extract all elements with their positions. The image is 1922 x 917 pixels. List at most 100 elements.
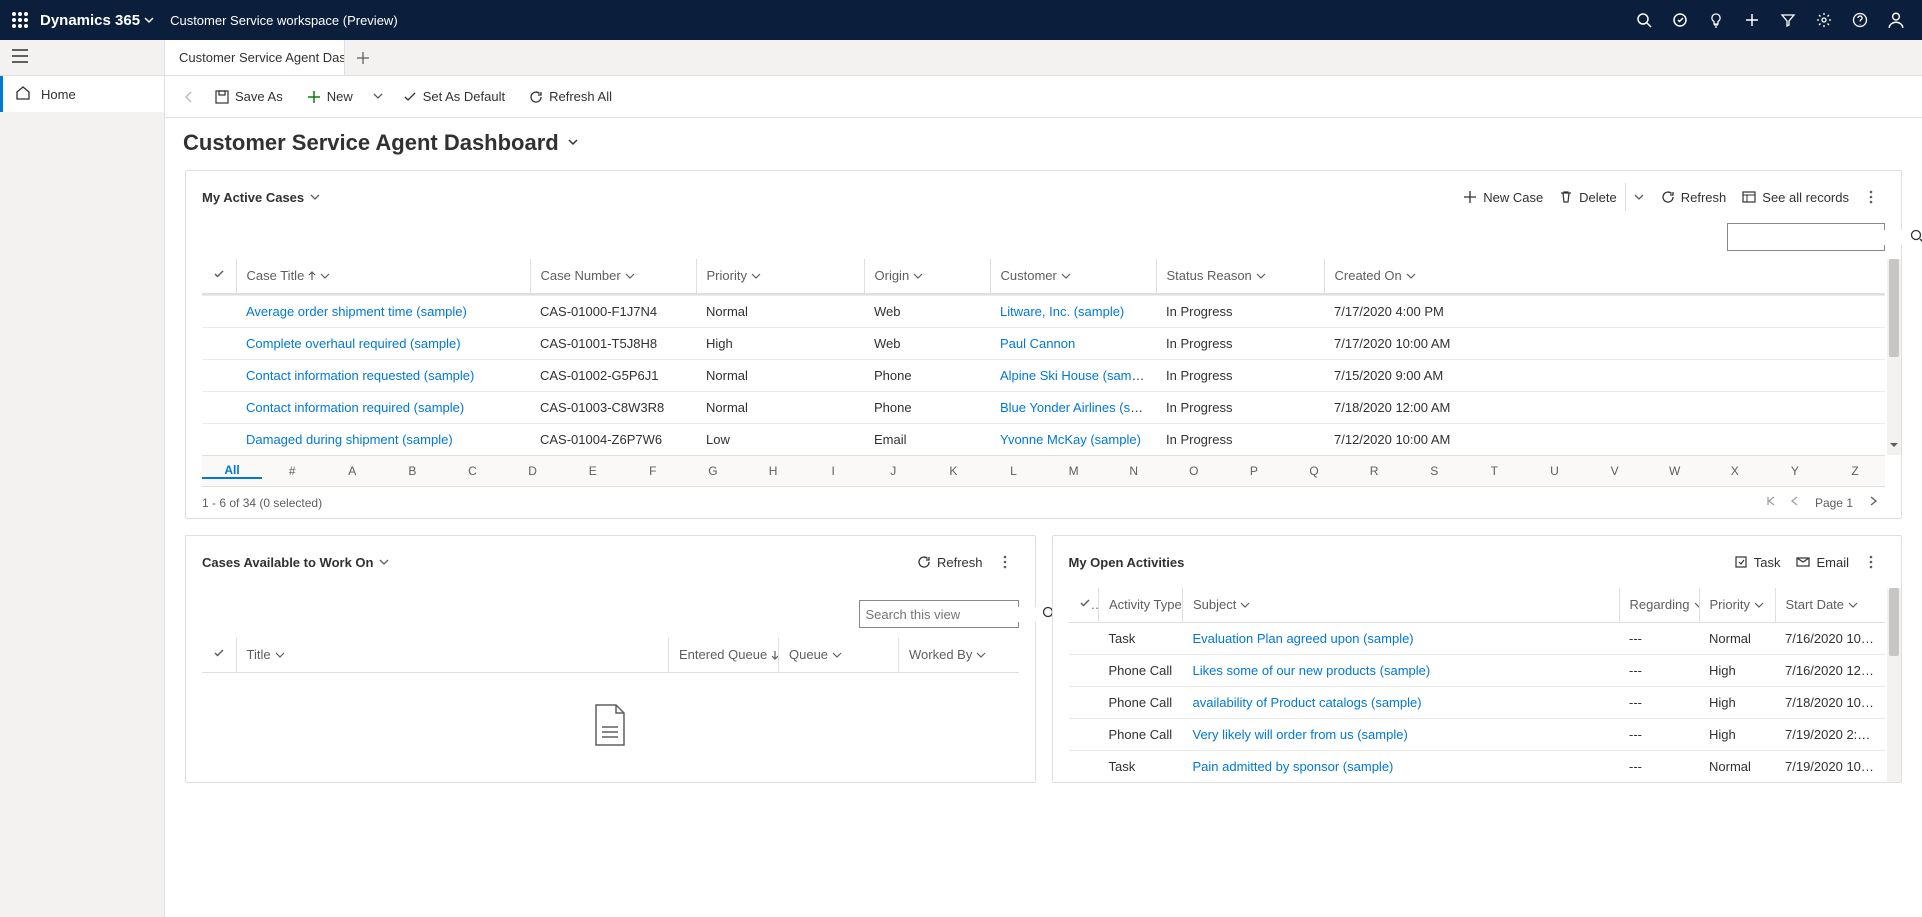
task-button[interactable]: Task	[1726, 546, 1789, 578]
new-button[interactable]: New	[297, 81, 363, 113]
search-icon[interactable]	[1626, 0, 1662, 40]
task-timer-icon[interactable]	[1662, 0, 1698, 40]
col-entered[interactable]: Entered Queue	[679, 647, 768, 662]
cases-search[interactable]	[1727, 223, 1885, 251]
activities-more-icon[interactable]	[1857, 546, 1885, 578]
col-priority[interactable]: Priority	[707, 268, 854, 283]
case-title-link[interactable]: Complete overhaul required (sample)	[246, 336, 461, 351]
col-act-priority[interactable]: Priority	[1710, 597, 1765, 612]
delete-button[interactable]: Delete	[1551, 181, 1625, 213]
table-row[interactable]: Contact information requested (sample) C…	[202, 359, 1885, 391]
new-chevron[interactable]	[367, 89, 389, 104]
customer-link[interactable]: Blue Yonder Airlines (sample)	[1000, 400, 1156, 415]
help-icon[interactable]	[1842, 0, 1878, 40]
alpha-Y[interactable]: Y	[1765, 464, 1825, 478]
pager-prev[interactable]	[1783, 495, 1807, 510]
case-title-link[interactable]: Average order shipment time (sample)	[246, 304, 467, 319]
alpha-Q[interactable]: Q	[1284, 464, 1344, 478]
alpha-K[interactable]: K	[923, 464, 983, 478]
new-case-button[interactable]: New Case	[1455, 181, 1551, 213]
settings-gear-icon[interactable]	[1806, 0, 1842, 40]
alpha-V[interactable]: V	[1585, 464, 1645, 478]
alpha-N[interactable]: N	[1104, 464, 1164, 478]
table-row[interactable]: Phone Call Likes some of our new product…	[1069, 654, 1886, 686]
table-row[interactable]: Phone Call Very likely will order from u…	[1069, 718, 1886, 750]
refresh-button[interactable]: Refresh	[1653, 181, 1735, 213]
cases-more-icon[interactable]	[1857, 181, 1885, 213]
lightbulb-icon[interactable]	[1698, 0, 1734, 40]
alpha-L[interactable]: L	[983, 464, 1043, 478]
col-workedby[interactable]: Worked By	[909, 647, 1009, 662]
delete-chevron[interactable]	[1625, 183, 1653, 211]
alpha-F[interactable]: F	[623, 464, 683, 478]
alpha-W[interactable]: W	[1645, 464, 1705, 478]
table-row[interactable]: Task Pain admitted by sponsor (sample) -…	[1069, 750, 1886, 782]
select-all[interactable]	[202, 638, 236, 672]
alpha-H[interactable]: H	[743, 464, 803, 478]
select-all[interactable]	[1069, 588, 1099, 622]
col-status[interactable]: Status Reason	[1167, 268, 1314, 283]
col-start-date[interactable]: Start Date	[1786, 597, 1876, 612]
cases-view-selector[interactable]: My Active Cases	[202, 190, 320, 205]
search-icon[interactable]	[1910, 229, 1922, 246]
col-subject[interactable]: Subject	[1193, 597, 1609, 612]
email-button[interactable]: Email	[1788, 546, 1857, 578]
alpha-T[interactable]: T	[1464, 464, 1524, 478]
save-as-button[interactable]: Save As	[205, 81, 293, 113]
col-queue[interactable]: Queue	[789, 647, 888, 662]
brand-chevron-icon[interactable]	[144, 13, 154, 28]
col-activity-type[interactable]: Activity Type	[1109, 597, 1172, 612]
new-tab-button[interactable]	[345, 40, 381, 75]
case-title-link[interactable]: Contact information requested (sample)	[246, 368, 474, 383]
alpha-Z[interactable]: Z	[1825, 464, 1885, 478]
available-search[interactable]	[859, 600, 1019, 628]
select-all[interactable]	[202, 259, 236, 293]
col-case-title[interactable]: Case Title	[247, 268, 520, 283]
user-avatar-icon[interactable]	[1878, 0, 1914, 40]
customer-link[interactable]: Yvonne McKay (sample)	[1000, 432, 1141, 447]
add-icon[interactable]	[1734, 0, 1770, 40]
alpha-D[interactable]: D	[503, 464, 563, 478]
alpha-J[interactable]: J	[863, 464, 923, 478]
subject-link[interactable]: Very likely will order from us (sample)	[1193, 727, 1408, 742]
nav-home[interactable]: Home	[0, 76, 164, 112]
col-regarding[interactable]: Regarding	[1630, 597, 1689, 612]
available-view-selector[interactable]: Cases Available to Work On	[202, 555, 389, 570]
subject-link[interactable]: Pain admitted by sponsor (sample)	[1193, 759, 1394, 774]
table-row[interactable]: Complete overhaul required (sample) CAS-…	[202, 327, 1885, 359]
activities-view-name[interactable]: My Open Activities	[1069, 555, 1185, 570]
brand-name[interactable]: Dynamics 365	[40, 12, 140, 29]
col-customer[interactable]: Customer	[1001, 268, 1146, 283]
table-row[interactable]: Damaged during shipment (sample) CAS-010…	[202, 423, 1885, 455]
available-refresh-button[interactable]: Refresh	[909, 546, 991, 578]
alpha-M[interactable]: M	[1044, 464, 1104, 478]
alpha-U[interactable]: U	[1524, 464, 1584, 478]
scroll-down-icon[interactable]	[1889, 438, 1899, 453]
app-launcher-icon[interactable]	[8, 8, 32, 32]
alpha-S[interactable]: S	[1404, 464, 1464, 478]
table-row[interactable]: Task Evaluation Plan agreed upon (sample…	[1069, 622, 1886, 654]
hamburger-icon[interactable]	[12, 49, 28, 66]
col-title[interactable]: Title	[247, 647, 659, 662]
customer-link[interactable]: Alpine Ski House (sample)	[1000, 368, 1153, 383]
alpha-O[interactable]: O	[1164, 464, 1224, 478]
see-all-button[interactable]: See all records	[1734, 181, 1857, 213]
col-origin[interactable]: Origin	[875, 268, 980, 283]
alpha-P[interactable]: P	[1224, 464, 1284, 478]
col-created[interactable]: Created On	[1335, 268, 1876, 283]
alpha-G[interactable]: G	[683, 464, 743, 478]
set-default-button[interactable]: Set As Default	[393, 81, 515, 113]
alpha-R[interactable]: R	[1344, 464, 1404, 478]
customer-link[interactable]: Litware, Inc. (sample)	[1000, 304, 1124, 319]
table-row[interactable]: Contact information required (sample) CA…	[202, 391, 1885, 423]
case-title-link[interactable]: Contact information required (sample)	[246, 400, 464, 415]
alpha-E[interactable]: E	[563, 464, 623, 478]
available-search-input[interactable]	[866, 607, 1042, 622]
subject-link[interactable]: Likes some of our new products (sample)	[1193, 663, 1431, 678]
alpha-I[interactable]: I	[803, 464, 863, 478]
cases-scrollbar[interactable]	[1887, 259, 1901, 455]
page-title-chevron-icon[interactable]	[567, 136, 579, 151]
subject-link[interactable]: Evaluation Plan agreed upon (sample)	[1193, 631, 1414, 646]
pager-next[interactable]	[1861, 495, 1885, 510]
alpha-X[interactable]: X	[1705, 464, 1765, 478]
